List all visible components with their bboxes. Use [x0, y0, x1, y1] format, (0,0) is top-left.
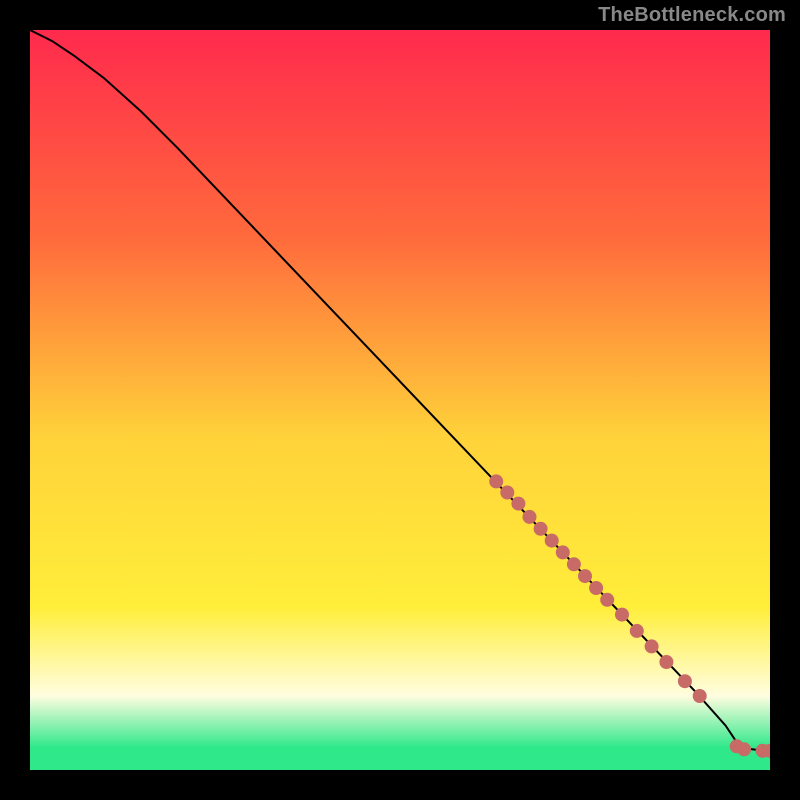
data-marker	[578, 569, 592, 583]
data-marker	[678, 674, 692, 688]
watermark-text: TheBottleneck.com	[598, 4, 786, 27]
chart-frame: TheBottleneck.com	[0, 0, 800, 800]
data-marker	[523, 510, 537, 524]
data-marker	[500, 486, 514, 500]
data-marker	[545, 534, 559, 548]
data-marker	[600, 593, 614, 607]
data-marker	[534, 522, 548, 536]
data-marker	[556, 545, 570, 559]
gradient-background	[30, 30, 770, 770]
data-marker	[693, 689, 707, 703]
data-marker	[489, 474, 503, 488]
data-marker	[567, 557, 581, 571]
data-marker	[737, 742, 751, 756]
data-marker	[511, 497, 525, 511]
data-marker	[659, 655, 673, 669]
plot-area	[30, 30, 770, 770]
data-marker	[630, 624, 644, 638]
data-marker	[589, 581, 603, 595]
data-marker	[615, 608, 629, 622]
chart-svg	[30, 30, 770, 770]
data-marker	[645, 639, 659, 653]
